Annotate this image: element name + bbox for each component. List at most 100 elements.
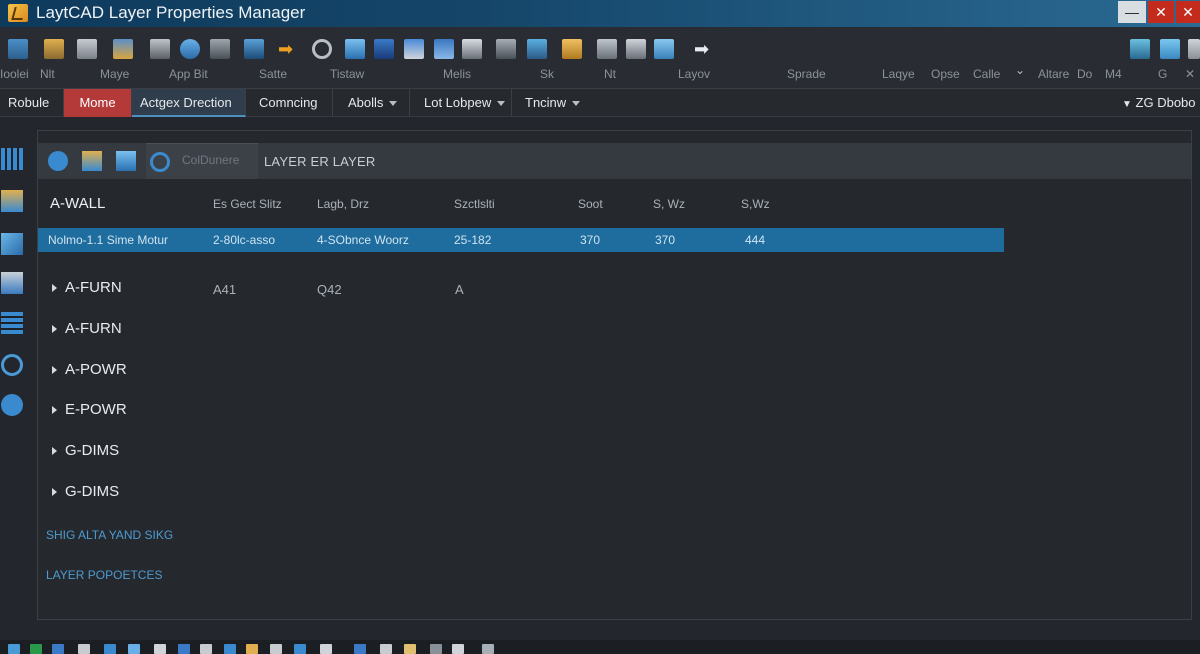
folder-icon[interactable] xyxy=(246,644,258,654)
app-icon[interactable] xyxy=(430,644,442,654)
properties-tool-icon[interactable] xyxy=(77,39,97,59)
app-icon[interactable] xyxy=(354,644,366,654)
layer-row[interactable]: A-FURN xyxy=(52,320,122,342)
search-tool-icon[interactable] xyxy=(1160,39,1180,59)
toolbar-label: Layov xyxy=(678,67,711,81)
refresh-tool-icon[interactable] xyxy=(312,39,332,59)
map-tool-icon[interactable] xyxy=(1130,39,1150,59)
column-header[interactable]: S, Wz xyxy=(653,197,685,211)
columns-tool-icon[interactable] xyxy=(434,39,454,59)
app-icon[interactable] xyxy=(320,644,332,654)
printer-tool-icon[interactable] xyxy=(496,39,516,59)
save-icon[interactable] xyxy=(116,151,136,171)
layer-properties-link[interactable]: LAYER POPOETCES xyxy=(46,568,162,582)
camera-tool-icon[interactable] xyxy=(150,39,170,59)
next-arrow-icon[interactable]: ➡ xyxy=(694,39,714,59)
chevron-down-icon xyxy=(572,101,581,107)
table-row-selected[interactable]: Nolmo-1.1 Sime Motur 2-80lc-asso 4-SObnc… xyxy=(38,228,1004,252)
filter-input[interactable]: ColDunere xyxy=(182,153,239,167)
chart-tool-icon[interactable] xyxy=(374,39,394,59)
globe-tool-icon[interactable] xyxy=(527,39,547,59)
app-icon[interactable] xyxy=(128,644,140,654)
app-logo-icon xyxy=(8,4,28,22)
app-icon[interactable] xyxy=(104,644,116,654)
toolbar-close-icon[interactable]: ✕ xyxy=(1185,67,1195,81)
app-icon[interactable] xyxy=(482,644,494,654)
bars-tool-icon[interactable] xyxy=(597,39,617,59)
globe-icon[interactable] xyxy=(1,354,23,376)
app-icon[interactable] xyxy=(452,644,464,654)
tab-robule[interactable]: Robule xyxy=(0,89,64,117)
image-icon[interactable] xyxy=(1,233,23,255)
app-icon[interactable] xyxy=(380,644,392,654)
column-header[interactable]: S,Wz xyxy=(741,197,770,211)
settings-tool-icon[interactable] xyxy=(244,39,264,59)
tab-comncing[interactable]: Comncing xyxy=(251,89,333,117)
check-circle-icon[interactable] xyxy=(1,394,23,416)
spreadsheet-icon[interactable] xyxy=(30,644,42,654)
workspace-dropdown[interactable]: ▼ ZG Dbobo xyxy=(1118,89,1200,117)
document-tool-icon[interactable] xyxy=(113,39,133,59)
folder-tool-icon[interactable] xyxy=(562,39,582,59)
stack-icon[interactable] xyxy=(1,272,23,294)
tab-active-direction[interactable]: Actgex Drection xyxy=(132,89,246,117)
layer-row[interactable]: A-FURN xyxy=(52,279,122,301)
app-icon[interactable] xyxy=(178,644,190,654)
expand-arrow-icon[interactable] xyxy=(52,406,57,415)
column-header[interactable]: Es Gect Slitz xyxy=(213,197,282,211)
column-header-name[interactable]: A-WALL xyxy=(50,195,105,212)
shield-tool-icon[interactable] xyxy=(180,39,200,59)
app-icon[interactable] xyxy=(78,644,90,654)
arrow-right-icon[interactable]: ➡ xyxy=(278,39,298,59)
settings-link[interactable]: SHIG ALTA YAND SIKG xyxy=(46,528,173,542)
text-tool-icon[interactable] xyxy=(654,39,674,59)
tab-abolls[interactable]: Abolls xyxy=(340,89,410,117)
tab-tncinw[interactable]: Tncinw xyxy=(517,89,593,117)
grid-view-icon[interactable] xyxy=(1188,39,1200,59)
image-tool-icon[interactable] xyxy=(345,39,365,59)
layer-row[interactable]: E-POWR xyxy=(52,401,127,423)
maximize-button[interactable]: ✕ xyxy=(1148,1,1174,23)
expand-arrow-icon[interactable] xyxy=(52,366,57,375)
tab-lot-lobpew[interactable]: Lot Lobpew xyxy=(416,89,512,117)
expand-arrow-icon[interactable] xyxy=(52,447,57,456)
layer-row[interactable]: A-POWR xyxy=(52,361,127,383)
close-button[interactable]: ✕ xyxy=(1176,1,1200,23)
app-icon[interactable] xyxy=(270,644,282,654)
app-icon[interactable] xyxy=(52,644,64,654)
layer-row[interactable]: G-DIMS xyxy=(52,442,119,464)
paste-tool-icon[interactable] xyxy=(404,39,424,59)
window-title: LaytCAD Layer Properties Manager xyxy=(36,3,306,22)
add-circle-icon[interactable] xyxy=(48,151,68,171)
building-icon[interactable] xyxy=(1,312,23,334)
app-icon[interactable] xyxy=(200,644,212,654)
row-cell: 444 xyxy=(745,233,766,247)
column-header[interactable]: Lagb, Drz xyxy=(317,197,369,211)
column-header[interactable]: Soot xyxy=(578,197,603,211)
taskbar xyxy=(0,640,1200,654)
app-icon[interactable] xyxy=(224,644,236,654)
layer-row[interactable]: G-DIMS xyxy=(52,483,119,505)
grid-icon[interactable] xyxy=(1,148,23,170)
expand-arrow-icon[interactable] xyxy=(52,325,57,334)
new-layer-icon[interactable] xyxy=(82,151,102,171)
grid-tool-icon[interactable] xyxy=(210,39,230,59)
paint-tool-icon[interactable] xyxy=(44,39,64,59)
column-header[interactable]: Szctlslti xyxy=(454,197,495,211)
expand-arrow-icon[interactable] xyxy=(52,284,57,293)
tab-home[interactable]: Mome xyxy=(64,89,132,117)
toolbar-label: Melis xyxy=(443,67,472,81)
table-tool-icon[interactable] xyxy=(462,39,482,59)
app-icon[interactable] xyxy=(294,644,306,654)
start-icon[interactable] xyxy=(8,644,20,654)
row-cell: A xyxy=(455,282,464,297)
expand-arrow-icon[interactable] xyxy=(52,488,57,497)
toolbar-chevron-icon[interactable]: ⌄ xyxy=(1015,63,1025,77)
layer-tool-icon[interactable] xyxy=(8,39,28,59)
folder-icon[interactable] xyxy=(404,644,416,654)
minimize-button[interactable]: — xyxy=(1118,1,1146,23)
app-icon[interactable] xyxy=(154,644,166,654)
layers-icon[interactable] xyxy=(1,190,23,212)
list-tool-icon[interactable] xyxy=(626,39,646,59)
toolbar-label: Laqye xyxy=(882,67,915,81)
